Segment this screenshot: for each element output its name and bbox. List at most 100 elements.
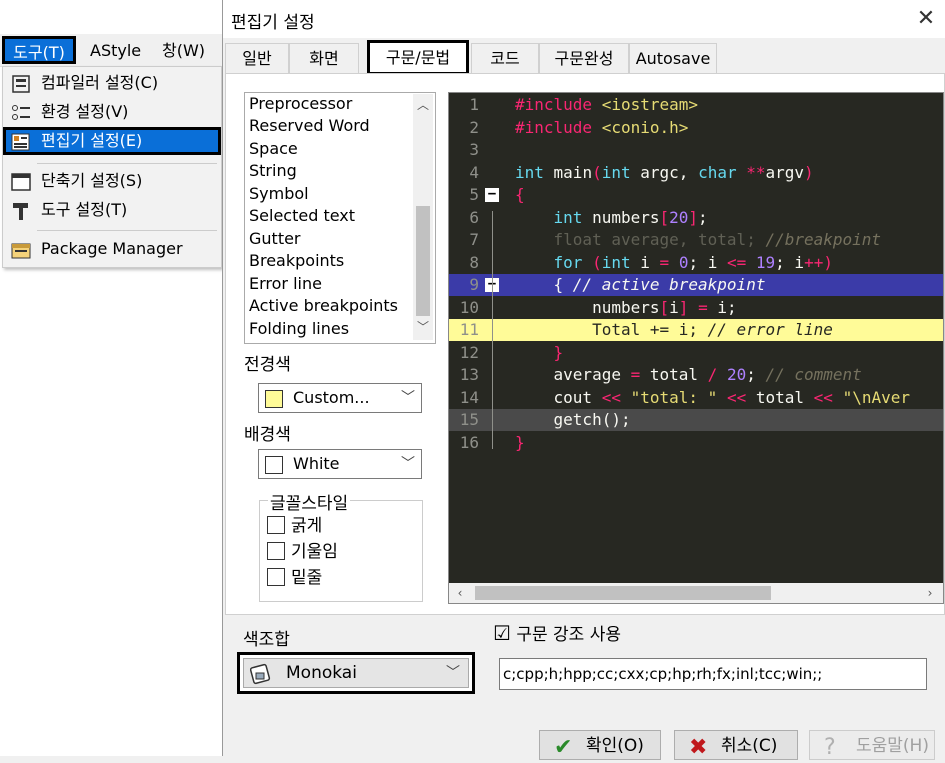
line-number: 14: [459, 387, 479, 407]
tab-completion[interactable]: 구문완성: [539, 43, 629, 73]
menu-item-compiler-settings[interactable]: 컴파일러 설정(C): [3, 69, 221, 97]
list-item[interactable]: Reserved Word: [249, 115, 370, 137]
scroll-thumb[interactable]: [475, 586, 771, 600]
tab-display[interactable]: 화면: [289, 43, 359, 73]
list-item[interactable]: Gutter: [249, 228, 301, 250]
code-token: **: [746, 162, 766, 182]
tab-syntax[interactable]: 구문/문법: [367, 40, 469, 75]
list-item[interactable]: Symbol: [249, 183, 309, 205]
code-token: "\nAver: [842, 387, 910, 407]
underline-checkbox[interactable]: 밑줄: [267, 567, 322, 589]
line-number: 5: [469, 185, 479, 204]
chevron-down-icon: ﹀: [446, 665, 460, 681]
code-token: =: [659, 252, 670, 272]
list-item[interactable]: Selected text: [249, 205, 355, 227]
list-item[interactable]: Preprocessor: [249, 93, 352, 115]
list-item[interactable]: Error line: [249, 273, 322, 295]
menu-item-editor-settings[interactable]: 편집기 설정(E): [3, 127, 221, 155]
code-token: #include: [515, 117, 602, 137]
fold-collapse-icon[interactable]: −: [485, 187, 499, 202]
menu-separator: [37, 163, 217, 164]
scroll-thumb[interactable]: [416, 206, 430, 316]
checkbox-checked-icon: ☑: [493, 621, 511, 645]
line-number: 4: [469, 162, 479, 182]
code-token: for: [553, 252, 583, 272]
menu-item-tool-settings[interactable]: 도구 설정(T): [3, 196, 221, 224]
file-extensions-input[interactable]: c;cpp;h;hpp;cc;cxx;cp;hp;rh;fx;inl;tcc;w…: [499, 658, 927, 690]
code-token: //breakpoint: [765, 230, 882, 249]
code-token: i: [630, 252, 660, 272]
code-token: ]: [688, 207, 699, 227]
code-preview[interactable]: 1 #include <iostream> 2 #include <conio.h> 3…: [448, 92, 944, 604]
compiler-icon: [11, 74, 31, 93]
code-token: ;: [698, 207, 708, 227]
code-line: 3: [449, 139, 943, 161]
code-text: int main(int argc, char **argv): [515, 162, 814, 184]
line-number: 8: [469, 252, 479, 272]
line-number: 10: [459, 297, 479, 317]
list-item[interactable]: Breakpoints: [249, 250, 344, 272]
code-text: float average, total; //breakpoint: [515, 229, 882, 251]
code-text: int numbers[20];: [515, 207, 708, 229]
code-text: #include <conio.h>: [515, 117, 688, 139]
syntax-highlight-checkbox[interactable]: ☑ 구문 강조 사용: [493, 620, 621, 645]
menu-window[interactable]: 창(W): [156, 38, 211, 64]
scroll-right-icon[interactable]: ›: [923, 586, 937, 600]
code-line: 6 int numbers[20];: [449, 207, 943, 229]
list-item[interactable]: Active breakpoints: [249, 295, 398, 317]
code-lines: 1 #include <iostream> 2 #include <conio.h> 3…: [449, 93, 943, 583]
menu-item-shortcut-settings[interactable]: 단축기 설정(S): [3, 167, 221, 195]
line-number: 15: [459, 410, 479, 429]
menu-separator: [37, 230, 217, 231]
close-icon[interactable]: ✕: [913, 6, 939, 32]
tab-general[interactable]: 일반: [225, 43, 289, 73]
color-scheme-select[interactable]: Monokai ﹀: [237, 652, 475, 694]
code-token: <=: [726, 252, 747, 272]
code-token: int: [601, 252, 631, 272]
code-token: }: [515, 432, 525, 452]
code-text: cout << "total: " << total << "\nAver: [515, 387, 910, 409]
syntax-element-list[interactable]: Preprocessor Reserved Word Space String …: [244, 92, 436, 344]
list-item[interactable]: String: [249, 160, 297, 182]
code-token: total: [640, 365, 708, 384]
menu-item-package-manager[interactable]: Package Manager: [3, 235, 221, 263]
menu-item-environment-settings[interactable]: 환경 설정(V): [3, 98, 221, 126]
list-scrollbar[interactable]: ︿ ﹀: [413, 94, 433, 340]
list-item[interactable]: Folding lines: [249, 318, 349, 340]
color-scheme-field[interactable]: Monokai ﹀: [243, 658, 469, 688]
bold-checkbox[interactable]: 굵게: [267, 515, 322, 537]
code-token: {: [515, 185, 525, 204]
code-line: 4 int main(int argc, char **argv): [449, 162, 943, 184]
code-token: {: [515, 275, 573, 294]
code-token: (: [592, 162, 602, 182]
list-item[interactable]: Space: [249, 138, 298, 160]
line-number: 2: [469, 117, 479, 137]
tab-code[interactable]: 코드: [471, 43, 539, 73]
code-line: 1 #include <iostream>: [449, 94, 943, 116]
code-token: average: [515, 365, 631, 384]
menu-tools[interactable]: 도구(T): [2, 36, 76, 64]
code-token: int: [553, 207, 583, 227]
menu-astyle[interactable]: AStyle: [84, 38, 147, 64]
code-text: #include <iostream>: [515, 94, 698, 116]
editor-settings-icon: [11, 132, 31, 151]
scroll-up-icon[interactable]: ︿: [416, 98, 430, 112]
tab-bar: 일반 화면 구문/문법 코드 구문완성 Autosave: [225, 40, 943, 75]
tab-autosave[interactable]: Autosave: [629, 43, 717, 73]
foreground-color-select[interactable]: Custom... ﹀: [258, 383, 422, 413]
line-number: 3: [469, 140, 479, 159]
horizontal-scrollbar[interactable]: ‹ ›: [449, 583, 943, 603]
scroll-down-icon[interactable]: ﹀: [416, 320, 430, 334]
italic-checkbox[interactable]: 기울임: [267, 541, 338, 563]
code-token: total: [746, 387, 814, 407]
code-token: int: [515, 162, 544, 182]
font-style-label: 글꼴스타일: [268, 489, 351, 514]
background-color-select[interactable]: White ﹀: [258, 449, 422, 479]
line-number: 13: [459, 365, 479, 384]
scroll-left-icon[interactable]: ‹: [453, 586, 467, 600]
code-token: // active breakpoint: [572, 275, 766, 294]
hammer-icon: [11, 201, 31, 220]
